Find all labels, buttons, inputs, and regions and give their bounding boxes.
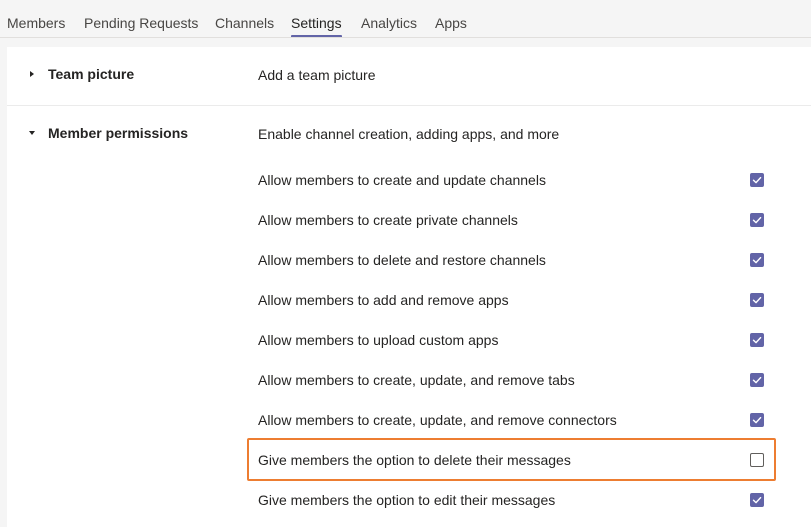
- permission-row: Allow members to create, update, and rem…: [258, 410, 778, 430]
- permission-label: Allow members to create private channels: [258, 212, 518, 228]
- check-icon: [752, 256, 762, 264]
- permission-label: Allow members to create, update, and rem…: [258, 372, 575, 388]
- permission-row: Allow members to create and update chann…: [258, 170, 778, 190]
- check-icon: [752, 176, 762, 184]
- check-icon: [752, 496, 762, 504]
- permission-row: Allow members to create private channels: [258, 210, 778, 230]
- permission-checkbox-checked[interactable]: [750, 213, 764, 227]
- permission-checkbox-checked[interactable]: [750, 293, 764, 307]
- permission-label: Allow members to create, update, and rem…: [258, 412, 617, 428]
- check-icon: [752, 336, 762, 344]
- permission-checkbox-checked[interactable]: [750, 173, 764, 187]
- permission-label: Allow members to create and update chann…: [258, 172, 546, 188]
- permission-row: Give members the option to edit their me…: [258, 490, 778, 510]
- permission-checkbox-checked[interactable]: [750, 413, 764, 427]
- tab-analytics[interactable]: Analytics: [361, 14, 417, 32]
- check-icon: [752, 216, 762, 224]
- permission-checkbox-unchecked[interactable]: [750, 453, 764, 467]
- section-divider: [7, 105, 811, 106]
- team-picture-description: Add a team picture: [258, 67, 376, 83]
- tab-bar-divider: [0, 37, 811, 38]
- check-icon: [752, 376, 762, 384]
- permission-checkbox-checked[interactable]: [750, 373, 764, 387]
- check-icon: [752, 416, 762, 424]
- settings-panel: Team picture Add a team picture Member p…: [7, 47, 811, 527]
- tab-bar: Members Pending Requests Channels Settin…: [0, 0, 811, 38]
- member-permissions-title[interactable]: Member permissions: [48, 125, 188, 141]
- check-icon: [752, 296, 762, 304]
- caret-right-icon[interactable]: [30, 71, 34, 77]
- permission-row: Allow members to add and remove apps: [258, 290, 778, 310]
- permission-row: Allow members to upload custom apps: [258, 330, 778, 350]
- tab-channels[interactable]: Channels: [215, 14, 274, 32]
- tab-settings[interactable]: Settings: [291, 14, 342, 38]
- permission-label: Give members the option to edit their me…: [258, 492, 556, 508]
- permission-label: Allow members to delete and restore chan…: [258, 252, 546, 268]
- team-picture-title[interactable]: Team picture: [48, 66, 134, 82]
- caret-down-icon[interactable]: [29, 131, 35, 135]
- permission-label: Give members the option to delete their …: [258, 452, 571, 468]
- tab-members[interactable]: Members: [7, 14, 65, 32]
- permission-label: Allow members to upload custom apps: [258, 332, 499, 348]
- permission-row: Allow members to create, update, and rem…: [258, 370, 778, 390]
- tab-pending-requests[interactable]: Pending Requests: [84, 14, 198, 32]
- permission-checkbox-checked[interactable]: [750, 493, 764, 507]
- permission-checkbox-checked[interactable]: [750, 333, 764, 347]
- member-permissions-description: Enable channel creation, adding apps, an…: [258, 126, 560, 142]
- permission-row: Give members the option to delete their …: [258, 450, 778, 470]
- permission-row: Allow members to delete and restore chan…: [258, 250, 778, 270]
- permission-checkbox-checked[interactable]: [750, 253, 764, 267]
- tab-apps[interactable]: Apps: [435, 14, 467, 32]
- permission-label: Allow members to add and remove apps: [258, 292, 509, 308]
